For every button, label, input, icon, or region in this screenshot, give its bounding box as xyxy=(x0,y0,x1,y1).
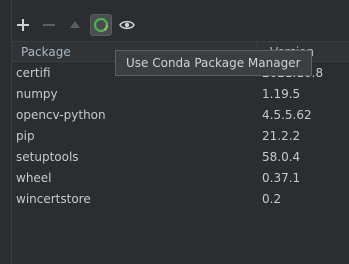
table-row[interactable]: pip 21.2.2 xyxy=(12,125,349,146)
table-row[interactable]: wincertstore 0.2 xyxy=(12,188,349,209)
minus-icon xyxy=(43,24,55,26)
eye-icon xyxy=(119,20,135,30)
package-version: 0.37.1 xyxy=(262,170,301,185)
package-name: numpy xyxy=(16,86,58,101)
table-row[interactable]: wheel 0.37.1 xyxy=(12,167,349,188)
package-version: 58.0.4 xyxy=(262,149,301,164)
package-manager-panel: Package Version certifi 2021.10.8 numpy … xyxy=(0,0,349,264)
package-name: pip xyxy=(16,128,35,143)
package-version: 0.2 xyxy=(262,191,282,206)
plus-icon xyxy=(17,19,29,31)
package-name: wincertstore xyxy=(16,191,91,206)
show-details-button[interactable] xyxy=(116,14,138,36)
package-toolbar xyxy=(12,12,138,38)
table-body: certifi 2021.10.8 numpy 1.19.5 opencv-py… xyxy=(12,62,349,209)
remove-package-button[interactable] xyxy=(38,14,60,36)
package-version: 4.5.5.62 xyxy=(262,107,312,122)
conda-ring-icon xyxy=(93,17,109,33)
table-row[interactable]: setuptools 58.0.4 xyxy=(12,146,349,167)
add-package-button[interactable] xyxy=(12,14,34,36)
conda-tooltip: Use Conda Package Manager xyxy=(115,50,312,76)
package-name: wheel xyxy=(16,170,52,185)
package-name: opencv-python xyxy=(16,107,106,122)
package-version: 21.2.2 xyxy=(262,128,301,143)
table-row[interactable]: numpy 1.19.5 xyxy=(12,83,349,104)
table-row[interactable]: opencv-python 4.5.5.62 xyxy=(12,104,349,125)
package-name: setuptools xyxy=(16,149,79,164)
upgrade-package-button[interactable] xyxy=(64,14,86,36)
triangle-up-icon xyxy=(70,21,80,28)
use-conda-button[interactable] xyxy=(90,14,112,36)
package-version: 1.19.5 xyxy=(262,86,301,101)
left-edge xyxy=(0,0,12,264)
